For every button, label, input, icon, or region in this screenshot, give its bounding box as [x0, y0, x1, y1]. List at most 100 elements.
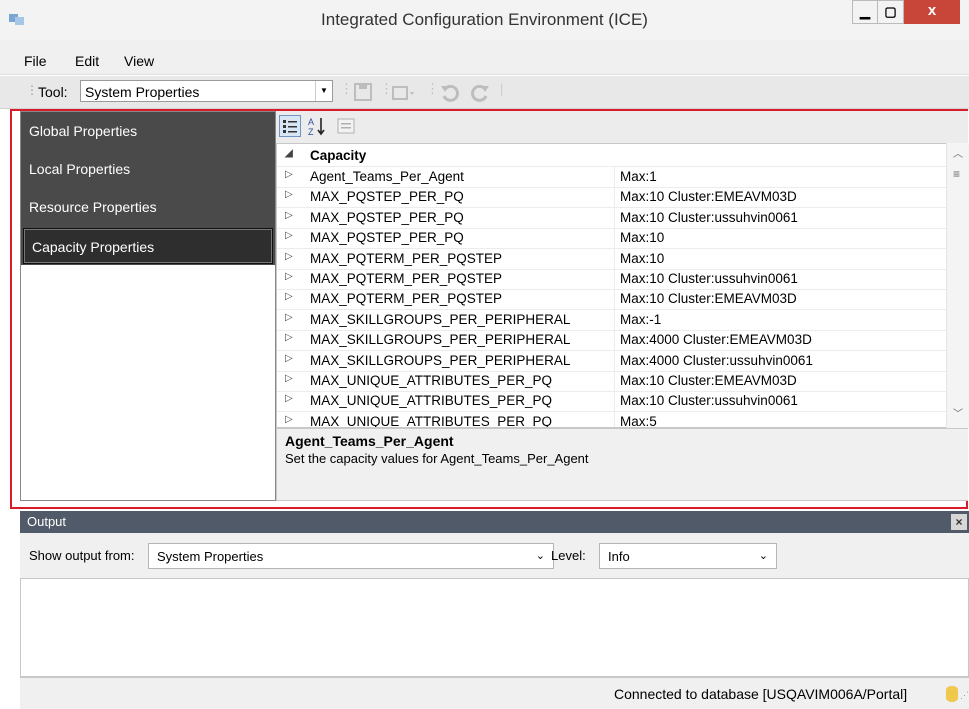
property-row[interactable]: ▷ MAX_PQSTEP_PER_PQ Max:10 Cluster:EMEAVM0… [277, 187, 949, 209]
scroll-down-icon[interactable]: ﹀ [953, 405, 963, 420]
property-value[interactable]: Max:-1 [620, 312, 661, 327]
categorized-icon[interactable] [279, 115, 301, 137]
property-row[interactable]: ▷ MAX_PQTERM_PER_PQSTEP Max:10 Cluster:uss… [277, 269, 949, 290]
property-value[interactable]: Max:4000 Cluster:EMEAVM03D [620, 332, 812, 347]
property-value[interactable]: Max:10 Cluster:EMEAVM03D [620, 373, 797, 388]
export-icon[interactable] [392, 85, 416, 101]
property-grid-toolbar: A Z [276, 111, 968, 143]
property-row[interactable]: ▷ MAX_UNIQUE_ATTRIBUTES_PER_PQ Max:5 [277, 411, 949, 427]
expand-icon[interactable]: ▷ [285, 251, 293, 262]
property-value[interactable]: Max:10 [620, 251, 664, 266]
property-row[interactable]: ▷ MAX_PQSTEP_PER_PQ Max:10 [277, 228, 949, 250]
column-divider [614, 167, 615, 187]
expand-icon[interactable]: ▷ [285, 393, 293, 404]
property-row[interactable]: ▷ Agent_Teams_Per_Agent Max:1 [277, 167, 949, 188]
connection-status: Connected to database [USQAVIM006A/Porta… [614, 686, 908, 702]
menu-file[interactable]: File [24, 53, 47, 69]
property-grid-scrollbar[interactable]: ︿ ≡ ﹀ [946, 143, 969, 428]
toolbar-separator: ⋮ [426, 81, 439, 96]
scroll-thumb-grip-icon[interactable]: ≡ [953, 167, 960, 181]
maximize-icon: ▢ [884, 4, 897, 19]
show-output-from-value: System Properties [157, 549, 264, 564]
save-icon[interactable] [354, 83, 372, 101]
property-value[interactable]: Max:10 Cluster:ussuhvin0061 [620, 210, 798, 225]
sidebar-item-label: Global Properties [29, 123, 138, 139]
close-button[interactable]: x [904, 0, 960, 24]
collapse-icon[interactable]: ◢ [285, 148, 293, 159]
menu-edit[interactable]: Edit [75, 53, 99, 69]
sidebar-item-resource-properties[interactable]: Resource Properties [21, 189, 275, 225]
toolbar-grip-icon: ⋮ [26, 83, 38, 97]
scroll-up-icon[interactable]: ︿ [953, 145, 963, 160]
column-divider [614, 411, 615, 427]
property-row[interactable]: ▷ MAX_UNIQUE_ATTRIBUTES_PER_PQ Max:10 Clus… [277, 391, 949, 413]
expand-icon[interactable]: ▷ [285, 353, 293, 364]
expand-icon[interactable]: ▷ [285, 373, 293, 384]
column-divider [614, 248, 615, 269]
expand-icon[interactable]: ▷ [285, 169, 293, 180]
output-text-area[interactable] [20, 578, 969, 677]
close-icon: x [927, 2, 937, 19]
show-output-from-select[interactable]: System Properties ⌄ [148, 543, 554, 569]
status-bar: Connected to database [USQAVIM006A/Porta… [20, 677, 969, 709]
column-divider [614, 371, 615, 391]
property-value[interactable]: Max:10 Cluster:EMEAVM03D [620, 189, 797, 204]
undo-icon[interactable] [440, 84, 460, 102]
chevron-down-icon[interactable]: ⌄ [536, 549, 545, 562]
property-row[interactable]: ▷ MAX_UNIQUE_ATTRIBUTES_PER_PQ Max:10 Clus… [277, 371, 949, 392]
property-row[interactable]: ▷ MAX_PQSTEP_PER_PQ Max:10 Cluster:ussuhvi… [277, 207, 949, 229]
level-select[interactable]: Info ⌄ [599, 543, 777, 569]
tool-select-value: System Properties [85, 84, 200, 100]
sidebar-item-global-properties[interactable]: Global Properties [21, 113, 275, 149]
property-value[interactable]: Max:10 Cluster:EMEAVM03D [620, 291, 797, 306]
redo-icon[interactable] [470, 84, 490, 102]
menu-bar: File Edit View [0, 40, 969, 75]
property-row[interactable]: ▷ MAX_PQTERM_PER_PQSTEP Max:10 Cluster:EME… [277, 289, 949, 311]
show-output-from-label: Show output from: [29, 548, 135, 563]
expand-icon[interactable]: ▷ [285, 414, 293, 425]
property-value[interactable]: Max:10 [620, 230, 664, 245]
chevron-down-icon[interactable]: ▼ [315, 81, 332, 101]
minimize-button[interactable]: ▁ [852, 0, 878, 24]
menu-view[interactable]: View [124, 53, 154, 69]
expand-icon[interactable]: ▷ [285, 210, 293, 221]
expand-icon[interactable]: ▷ [285, 291, 293, 302]
sidebar-item-label: Resource Properties [29, 199, 157, 215]
level-label: Level: [551, 548, 586, 563]
tool-select[interactable]: System Properties ▼ [80, 80, 333, 102]
toolbar-separator: ⋮ [340, 81, 353, 96]
property-name: MAX_UNIQUE_ATTRIBUTES_PER_PQ [310, 373, 553, 388]
property-row[interactable]: ▷ MAX_SKILLGROUPS_PER_PERIPHERAL Max:-1 [277, 309, 949, 331]
expand-icon[interactable]: ▷ [285, 230, 293, 241]
property-row[interactable]: ▷ MAX_SKILLGROUPS_PER_PERIPHERAL Max:4000 … [277, 330, 949, 352]
property-name: MAX_PQTERM_PER_PQSTEP [310, 291, 503, 307]
maximize-button[interactable]: ▢ [878, 0, 904, 24]
output-title: Output [27, 514, 67, 529]
property-row[interactable]: ▷ MAX_PQTERM_PER_PQSTEP Max:10 [277, 248, 949, 270]
close-icon[interactable]: × [951, 514, 967, 530]
property-pages-icon[interactable] [336, 116, 356, 136]
sort-az-icon[interactable]: A Z [306, 115, 328, 137]
database-icon [946, 686, 958, 702]
property-row[interactable]: ▷ MAX_SKILLGROUPS_PER_PERIPHERAL Max:4000 … [277, 350, 949, 372]
property-name: MAX_UNIQUE_ATTRIBUTES_PER_PQ [310, 393, 553, 409]
expand-icon[interactable]: ▷ [285, 312, 293, 323]
property-name: MAX_SKILLGROUPS_PER_PERIPHERAL [310, 352, 571, 368]
sidebar-item-capacity-properties[interactable]: Capacity Properties [23, 228, 273, 264]
expand-icon[interactable]: ▷ [285, 332, 293, 343]
property-value[interactable]: Max:5 [620, 414, 657, 427]
chevron-down-icon[interactable]: ⌄ [759, 549, 768, 562]
property-value[interactable]: Max:1 [620, 169, 657, 184]
category-row[interactable]: ◢ Capacity [277, 146, 949, 167]
sidebar-item-local-properties[interactable]: Local Properties [21, 151, 275, 187]
expand-icon[interactable]: ▷ [285, 271, 293, 282]
property-name: MAX_PQTERM_PER_PQSTEP [310, 271, 503, 286]
expand-icon[interactable]: ▷ [285, 189, 293, 200]
property-name: MAX_PQSTEP_PER_PQ [310, 230, 464, 246]
resize-grip-icon[interactable]: ⋰ [960, 690, 969, 701]
property-grid: ◢ Capacity ▷ Agent_Teams_Per_Agent Max:1 ▷ M… [276, 143, 968, 428]
property-value[interactable]: Max:10 Cluster:ussuhvin0061 [620, 271, 798, 286]
property-value[interactable]: Max:10 Cluster:ussuhvin0061 [620, 393, 798, 408]
property-value[interactable]: Max:4000 Cluster:ussuhvin0061 [620, 353, 813, 368]
property-name: Agent_Teams_Per_Agent [310, 169, 464, 184]
